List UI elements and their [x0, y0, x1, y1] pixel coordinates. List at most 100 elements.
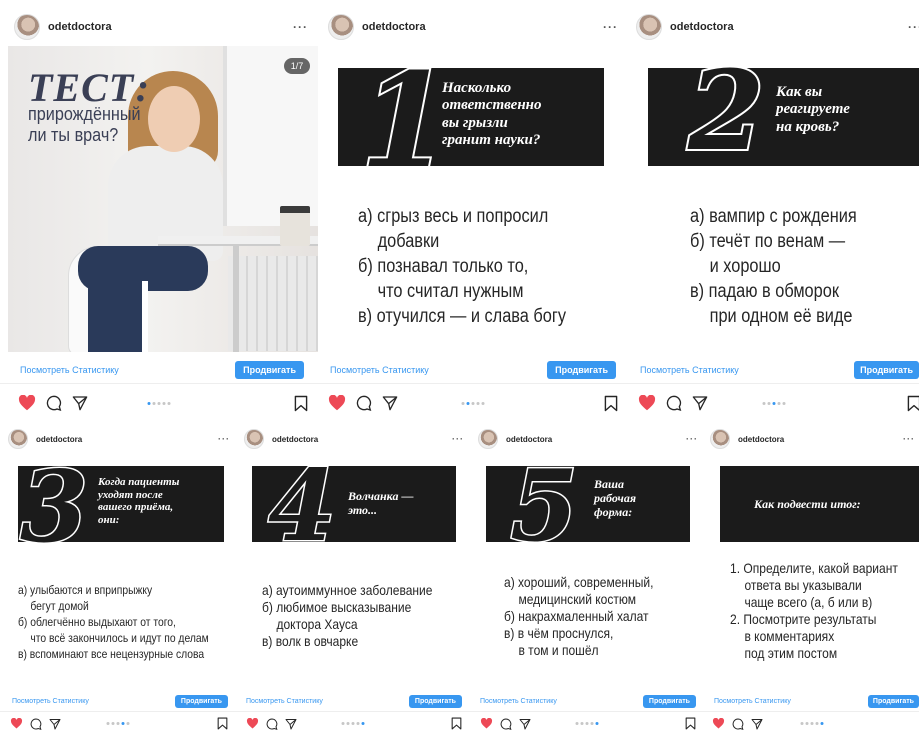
- summary-title: Как подвести итог:: [754, 497, 861, 511]
- avatar[interactable]: [710, 429, 730, 449]
- question-text: Волчанка — это...: [348, 489, 414, 517]
- more-options-icon[interactable]: ···: [603, 20, 618, 34]
- question-number: 1: [358, 46, 452, 197]
- view-stats-link[interactable]: Посмотреть Статистику: [246, 698, 323, 705]
- comment-icon[interactable]: [666, 395, 682, 411]
- more-options-icon[interactable]: ···: [452, 434, 464, 444]
- carousel-dots: [147, 401, 171, 405]
- carousel-dots: [800, 722, 823, 725]
- more-options-icon[interactable]: ···: [686, 434, 698, 444]
- share-icon[interactable]: [285, 718, 297, 730]
- answers: а) сгрыз весь и попросил добавки б) позн…: [358, 206, 567, 327]
- username[interactable]: odetdoctora: [738, 435, 784, 444]
- comment-icon[interactable]: [30, 717, 42, 730]
- comment-icon[interactable]: [356, 395, 372, 411]
- carousel-dots: [461, 401, 485, 405]
- test-subtitle: прирождённый ли ты врач?: [28, 104, 141, 145]
- carousel-dots: [341, 722, 365, 725]
- carousel-counter: 1/7: [284, 58, 310, 74]
- question-number: 3: [18, 454, 89, 565]
- comment-icon[interactable]: [732, 717, 744, 730]
- post-4: odetdoctora ··· 3 Когда пациенты уходят …: [0, 420, 236, 731]
- username[interactable]: odetdoctora: [36, 435, 82, 444]
- promote-button[interactable]: Продвигать: [642, 695, 696, 708]
- more-options-icon[interactable]: ···: [293, 20, 308, 34]
- username[interactable]: odetdoctora: [362, 21, 426, 33]
- avatar[interactable]: [14, 14, 40, 40]
- promote-button[interactable]: Продвигать: [547, 360, 616, 379]
- promote-button[interactable]: Продвигать: [174, 695, 228, 708]
- post-2: odetdoctora ··· 1 Насколько ответственно…: [318, 0, 628, 420]
- share-icon[interactable]: [72, 395, 88, 411]
- heart-icon[interactable]: [638, 395, 656, 411]
- question-text: Ваша рабочая форма:: [594, 477, 636, 519]
- bookmark-icon[interactable]: [451, 717, 462, 730]
- view-stats-link[interactable]: Посмотреть Статистику: [20, 365, 119, 375]
- question-text: Когда пациенты уходят после вашего приём…: [98, 476, 180, 526]
- avatar[interactable]: [478, 429, 498, 449]
- view-stats-link[interactable]: Посмотреть Статистику: [480, 698, 557, 705]
- promote-button[interactable]: Продвигать: [867, 695, 919, 708]
- avatar[interactable]: [8, 429, 28, 449]
- post-image: ТЕСТ: прирождённый ли ты врач? 1/7: [8, 46, 318, 352]
- bookmark-icon[interactable]: [294, 395, 308, 412]
- more-options-icon[interactable]: ···: [218, 434, 230, 444]
- post-6: odetdoctora ··· 5 Ваша рабочая форма: а)…: [470, 420, 704, 731]
- heart-icon[interactable]: [246, 718, 259, 729]
- question-number: 2: [686, 46, 767, 175]
- question-text: Насколько ответственно вы грызли гранит …: [442, 80, 542, 148]
- more-options-icon[interactable]: ···: [903, 434, 915, 444]
- username[interactable]: odetdoctora: [272, 435, 318, 444]
- more-options-icon[interactable]: ···: [908, 20, 919, 34]
- heart-icon[interactable]: [480, 718, 493, 729]
- promote-button[interactable]: Продвигать: [235, 360, 304, 379]
- heart-icon[interactable]: [18, 395, 36, 411]
- comment-icon[interactable]: [46, 395, 62, 411]
- post-image: 2 Как вы реагируете на кровь? а) вампир …: [628, 46, 919, 352]
- post-image: 3 Когда пациенты уходят после вашего при…: [0, 454, 236, 694]
- answers: а) аутоиммунное заболевание б) любимое в…: [262, 582, 433, 649]
- bookmark-icon[interactable]: [604, 395, 618, 412]
- avatar[interactable]: [244, 429, 264, 449]
- avatar[interactable]: [636, 14, 662, 40]
- avatar[interactable]: [328, 14, 354, 40]
- promote-button[interactable]: Продвигать: [854, 360, 919, 379]
- heart-icon[interactable]: [328, 395, 346, 411]
- post-3: odetdoctora ··· 2 Как вы реагируете на к…: [628, 0, 919, 420]
- post-image: Как подвести итог: 1. Определите, какой …: [704, 454, 919, 694]
- share-icon[interactable]: [692, 395, 708, 411]
- summary-steps: 1. Определите, какой вариант ответа вы у…: [730, 560, 898, 661]
- bookmark-icon[interactable]: [907, 395, 919, 412]
- view-stats-link[interactable]: Посмотреть Статистику: [330, 365, 429, 375]
- share-icon[interactable]: [382, 395, 398, 411]
- share-icon[interactable]: [519, 718, 531, 730]
- carousel-dots: [762, 401, 785, 405]
- promote-button[interactable]: Продвигать: [408, 695, 462, 708]
- share-icon[interactable]: [751, 718, 763, 730]
- question-number: 4: [266, 454, 337, 564]
- post-image: 1 Насколько ответственно вы грызли грани…: [318, 46, 628, 352]
- view-stats-link[interactable]: Посмотреть Статистику: [714, 698, 791, 705]
- heart-icon[interactable]: [712, 718, 725, 729]
- instagram-grid: odetdoctora ··· ТЕСТ: прирождённый ли ты…: [0, 0, 919, 731]
- username[interactable]: odetdoctora: [506, 435, 552, 444]
- post-1: odetdoctora ··· ТЕСТ: прирождённый ли ты…: [0, 0, 318, 420]
- view-stats-link[interactable]: Посмотреть Статистику: [12, 698, 89, 705]
- share-icon[interactable]: [49, 718, 61, 730]
- post-image: 4 Волчанка — это... а) аутоиммунное забо…: [236, 454, 470, 694]
- username[interactable]: odetdoctora: [48, 21, 112, 33]
- comment-icon[interactable]: [500, 717, 512, 730]
- comment-icon[interactable]: [266, 717, 278, 730]
- answers: а) улыбаются и вприпрыжку бегут домой б)…: [18, 583, 209, 661]
- view-stats-link[interactable]: Посмотреть Статистику: [640, 365, 739, 375]
- post-5: odetdoctora ··· 4 Волчанка — это... а) а…: [236, 420, 470, 731]
- heart-icon[interactable]: [10, 718, 23, 729]
- post-7: odetdoctora ··· Как подвести итог: 1. Оп…: [704, 420, 919, 731]
- answers: а) вампир с рождения б) течёт по венам —…: [690, 206, 857, 327]
- bookmark-icon[interactable]: [217, 717, 228, 730]
- carousel-dots: [575, 722, 599, 725]
- coffee-cup: [280, 206, 310, 246]
- carousel-dots: [106, 722, 130, 725]
- username[interactable]: odetdoctora: [670, 21, 734, 33]
- bookmark-icon[interactable]: [685, 717, 696, 730]
